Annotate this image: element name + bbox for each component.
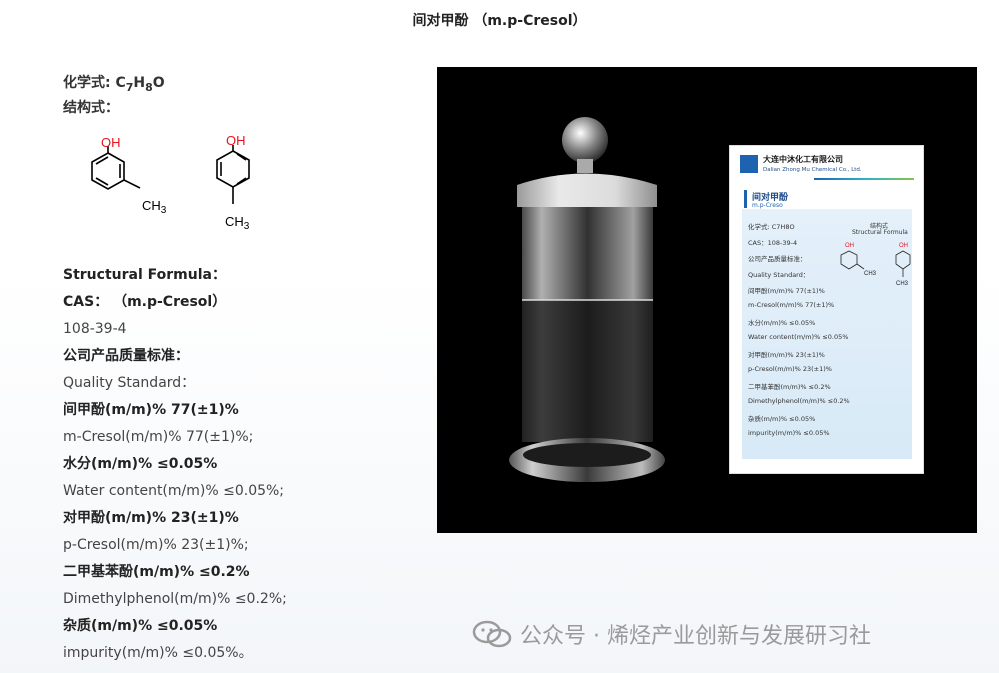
spec-line: Structural Formula： xyxy=(63,267,226,283)
ch3-label-1: CH3 xyxy=(142,198,167,216)
label-spec-row: m-Cresol(m/m)% 77(±1)% xyxy=(748,301,835,309)
formula-h: H xyxy=(133,75,146,91)
formula-o: O xyxy=(152,75,165,91)
label-spec-panel: 结构式 Structural Formula OH CH3 OH CH3 化学式… xyxy=(742,209,912,459)
label-spec-row: 二甲基苯酚(m/m)% ≤0.2% xyxy=(748,383,831,391)
ch3-label-2: CH3 xyxy=(225,214,250,232)
spec-line: Water content(m/m)% ≤0.05%; xyxy=(63,483,285,499)
spec-line: 间甲酚(m/m)% 77(±1)% xyxy=(63,402,239,418)
label-spec-row: CAS：108-39-4 xyxy=(748,239,798,247)
spec-line: 水分(m/m)% ≤0.05% xyxy=(63,456,218,472)
spec-line: Quality Standard： xyxy=(63,375,196,391)
spec-line: 108-39-4 xyxy=(63,321,127,337)
label-company-cn: 大连中沐化工有限公司 xyxy=(763,155,843,164)
spec-line: CAS： （m.p-Cresol） xyxy=(63,294,227,310)
spec-line: 杂质(m/m)% ≤0.05% xyxy=(63,618,218,634)
formula-label: 化学式: xyxy=(63,75,116,91)
label-spec-row: Quality Standard： xyxy=(748,271,810,279)
label-oh-a: OH xyxy=(845,243,854,249)
spec-line: impurity(m/m)% ≤0.05%。 xyxy=(63,645,253,661)
label-oh-b: OH xyxy=(899,243,908,249)
wechat-watermark: 公众号 · 烯烃产业创新与发展研习社 xyxy=(472,616,871,652)
label-spec-row: 间甲酚(m/m)% 77(±1)% xyxy=(748,287,825,295)
label-company-en: Dalian Zhong Mu Chemical Co., Ltd. xyxy=(763,167,862,173)
spec-line: 公司产品质量标准： xyxy=(63,348,189,364)
spec-list: Structural Formula： CAS： （m.p-Cresol） 108-… xyxy=(63,262,423,667)
page-title: 间对甲酚 （m.p-Cresol） xyxy=(412,13,587,29)
product-label-card: 大连中沐化工有限公司 Dalian Zhong Mu Chemical Co.,… xyxy=(729,145,924,474)
oh-label-2: OH xyxy=(226,133,246,148)
label-spec-row: Water content(m/m)% ≤0.05% xyxy=(748,333,849,341)
formula-c: C xyxy=(115,75,126,91)
label-spec-row: Dimethylphenol(m/m)% ≤0.2% xyxy=(748,397,850,405)
label-spec-row: p-Cresol(m/m)% 23(±1)% xyxy=(748,365,832,373)
formula-h-sub: 8 xyxy=(145,80,153,94)
spec-line: p-Cresol(m/m)% 23(±1)%; xyxy=(63,537,249,553)
structure-diagram: OH CH3 OH CH3 xyxy=(63,122,278,240)
wechat-icon xyxy=(472,620,512,648)
label-spec-row: 公司产品质量标准： xyxy=(748,255,807,263)
label-ch3-a: CH3 xyxy=(864,271,877,277)
label-spec-row: 水分(m/m)% ≤0.05% xyxy=(748,319,816,327)
product-photo: 大连中沐化工有限公司 Dalian Zhong Mu Chemical Co.,… xyxy=(437,67,977,533)
structure-svg: OH CH3 OH CH3 xyxy=(91,133,250,232)
oh-label-1: OH xyxy=(101,135,121,150)
label-ch3-b: CH3 xyxy=(896,281,909,287)
m-cresol-structure xyxy=(91,146,141,190)
label-spec-row: impurity(m/m)% ≤0.05% xyxy=(748,429,830,437)
label-divider xyxy=(814,178,914,180)
structure-label: 结构式： xyxy=(63,100,119,116)
company-logo-icon xyxy=(740,155,758,173)
spec-line: 对甲酚(m/m)% 23(±1)% xyxy=(63,510,239,526)
watermark-text: 公众号 · 烯烃产业创新与发展研习社 xyxy=(520,624,871,649)
spec-line: Dimethylphenol(m/m)% ≤0.2%; xyxy=(63,591,287,607)
label-spec-row: 化学式: C7H8O xyxy=(748,223,795,231)
p-cresol-structure xyxy=(216,145,250,204)
label-spec-row: 杂质(m/m)% ≤0.05% xyxy=(748,415,816,423)
label-spec-row: 对甲酚(m/m)% 23(±1)% xyxy=(748,351,825,359)
product-info: 化学式: C7H8O 结构式： OH CH3 OH CH3 Structural… xyxy=(63,70,423,667)
chemical-formula: 化学式: C7H8O xyxy=(63,70,423,96)
spec-line: 二甲基苯酚(m/m)% ≤0.2% xyxy=(63,564,250,580)
label-product-en: m.p-Creso xyxy=(752,202,783,209)
label-title-bar xyxy=(744,190,747,208)
spec-line: m-Cresol(m/m)% 77(±1)%; xyxy=(63,429,254,445)
